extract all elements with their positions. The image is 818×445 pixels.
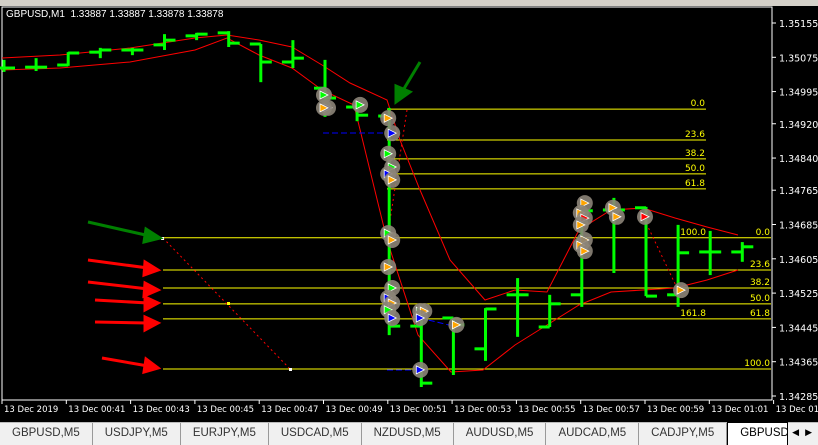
time-label: 13 Dec 01:01: [711, 405, 768, 415]
signal-marker: [412, 361, 429, 378]
signal-marker: [673, 282, 690, 299]
price-label: 1.34365: [779, 358, 818, 369]
signal-marker: [384, 171, 401, 188]
time-label: 13 Dec 00:51: [390, 405, 447, 415]
signal-marker: [352, 96, 369, 113]
signal-marker: [412, 309, 429, 326]
price-label: 1.34840: [779, 154, 818, 165]
fib-label: 61.8: [750, 309, 770, 319]
fib-label: 100.0: [744, 359, 770, 369]
time-label: 13 Dec 00:57: [583, 405, 640, 415]
signal-marker: [384, 231, 401, 248]
chart-frame: [1, 6, 773, 401]
time-label: 13 Dec 00:41: [68, 405, 125, 415]
chart-title: GBPUSD,M1 1.33887 1.33887 1.33878 1.3387…: [6, 9, 224, 20]
price-label: 1.34525: [779, 289, 818, 300]
tab-usdcad-m5[interactable]: USDCAD,M5: [269, 423, 362, 445]
time-label: 13 Dec 00:55: [518, 405, 575, 415]
signal-marker: [316, 99, 332, 116]
tab-cadjpy-m5[interactable]: CADJPY,M5: [639, 423, 728, 445]
fib-mid-label: 100.0: [680, 228, 706, 238]
signal-marker: [608, 208, 625, 225]
price-chart[interactable]: 0.0 23.6 38.2 50.0 61.8 0.0 100.0 23.6 38.2 50.0 6…: [0, 0, 818, 422]
signal-marker: [384, 309, 401, 326]
chart-tabs: GBPUSD,M5 USDJPY,M5 EURJPY,M5 USDCAD,M5 …: [0, 422, 818, 445]
tab-gbpusd-m5[interactable]: GBPUSD,M5: [0, 423, 93, 445]
fib-label: 23.6: [685, 130, 705, 140]
price-label: 1.34445: [779, 323, 818, 334]
tab-eurjpy-m5[interactable]: EURJPY,M5: [181, 423, 269, 445]
price-label: 1.34995: [779, 88, 818, 99]
tab-next-icon[interactable]: ▶: [805, 427, 812, 445]
price-label: 1.35155: [779, 19, 818, 30]
time-label: 13 Dec 01:0: [776, 405, 818, 415]
time-label: 13 Dec 00:59: [647, 405, 704, 415]
fib-label: 38.2: [685, 149, 705, 159]
price-label: 1.35075: [779, 53, 818, 64]
time-label: 13 Dec 00:53: [454, 405, 511, 415]
price-label: 1.34685: [779, 221, 818, 232]
signal-marker: [637, 208, 653, 225]
fib-label: 50.0: [750, 294, 770, 304]
tab-nzdusd-m5[interactable]: NZDUSD,M5: [362, 423, 454, 445]
fib-mid-label: 161.8: [680, 309, 706, 319]
price-label: 1.34765: [779, 186, 818, 197]
tab-gbpusd-m1[interactable]: GBPUSD,M1 (v: [727, 422, 789, 445]
signal-marker: [572, 216, 589, 233]
fib-label: 0.0: [756, 228, 771, 238]
fib-label: 0.0: [691, 99, 706, 109]
fib-label: 23.6: [750, 260, 770, 270]
time-label: 13 Dec 00:49: [326, 405, 383, 415]
signal-marker: [448, 316, 465, 333]
time-label: 13 Dec 00:47: [261, 405, 318, 415]
fib-label: 38.2: [750, 278, 770, 288]
signal-marker: [380, 110, 397, 127]
tab-audusd-m5[interactable]: AUDUSD,M5: [454, 423, 547, 445]
fib-label: 50.0: [685, 164, 705, 174]
fib-label: 61.8: [685, 179, 705, 189]
tab-audcad-m5[interactable]: AUDCAD,M5: [546, 423, 640, 445]
price-label: 1.34285: [779, 392, 818, 403]
tab-prev-icon[interactable]: ◀: [792, 427, 799, 445]
signal-marker: [576, 243, 593, 260]
time-label: 13 Dec 00:45: [197, 405, 254, 415]
signal-marker: [380, 258, 397, 275]
price-label: 1.34920: [779, 120, 818, 131]
price-axis[interactable]: 1.35155 1.35075 1.34995 1.34920 1.34840 1.347…: [772, 19, 818, 403]
time-label: 13 Dec 2019: [4, 405, 58, 415]
signal-marker: [384, 125, 401, 142]
tab-usdjpy-m5[interactable]: USDJPY,M5: [93, 423, 181, 445]
price-label: 1.34605: [779, 255, 818, 266]
time-label: 13 Dec 00:43: [133, 405, 190, 415]
time-axis[interactable]: 13 Dec 2019 13 Dec 00:41 13 Dec 00:43 13 De…: [1, 400, 818, 415]
